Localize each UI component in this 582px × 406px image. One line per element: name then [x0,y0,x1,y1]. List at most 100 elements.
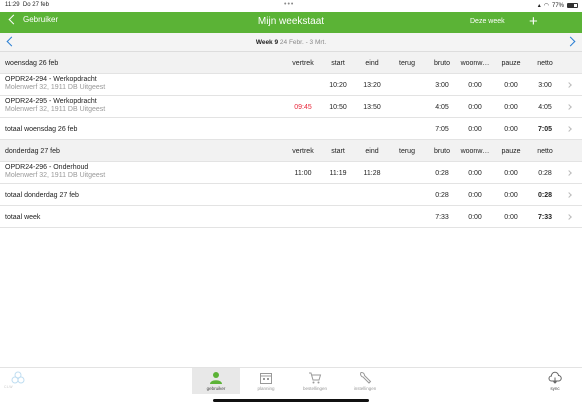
multitask-dots[interactable]: ••• [284,1,294,8]
cell-eind: 11:28 [363,170,381,177]
home-indicator[interactable] [213,399,369,402]
col-start: start [331,60,345,67]
cell-vertrek: 11:00 [294,170,312,177]
chevron-left-icon [8,14,19,25]
cell-woonwerk: 0:00 [468,82,482,89]
total-woonwerk: 0:00 [468,126,482,133]
col-netto: netto [537,60,553,67]
col-start: start [331,148,345,155]
cell-pauze: 0:00 [504,82,518,89]
cell-start: 10:20 [329,82,347,89]
week-total-label: totaal week [5,214,41,221]
day-total-row[interactable]: totaal woensdag 26 feb 7:05 0:00 0:00 7:… [0,118,582,140]
col-vertrek: vertrek [292,148,314,155]
order-title: OPDR24-295 - Werkopdracht [5,98,97,105]
chevron-right-icon [566,126,572,132]
order-address: Molenwerf 32, 1911 DB Uitgeest [5,106,106,113]
cell-woonwerk: 0:00 [468,104,482,111]
back-button[interactable]: Gebruiker [8,14,59,25]
this-week-button[interactable]: Deze week [470,18,505,25]
table-row[interactable]: OPDR24-295 - Werkopdracht Molenwerf 32, … [0,96,582,118]
week-label: Week 9 24 Febr. - 3 Mrt. [255,39,327,46]
logo-icon [11,371,25,384]
col-pauze: pauze [501,148,521,155]
order-address: Molenwerf 32, 1911 DB Uitgeest [5,172,106,179]
col-eind: eind [365,148,379,155]
col-woonwerk: woonw… [460,148,490,155]
back-button-label: Gebruiker [23,15,59,24]
calendar-icon [260,373,272,384]
battery-icon [567,3,578,8]
chevron-right-icon [566,170,572,176]
company-logo: CLW [4,371,64,391]
day-total-label: totaal woensdag 26 feb [5,126,78,133]
cell-netto: 0:28 [538,170,552,177]
order-title: OPDR24-294 - Werkopdracht [5,76,97,83]
day-header-label: woensdag 26 feb [5,60,59,67]
col-eind: eind [365,60,379,67]
cell-woonwerk: 0:00 [468,170,482,177]
chevron-right-icon [566,104,572,110]
battery-percentage: 77% [551,2,564,9]
order-address: Molenwerf 32, 1911 DB Uitgeest [5,84,106,91]
day-header-wednesday: woensdag 26 feb vertrek start eind terug… [0,52,582,74]
week-total-netto: 7:33 [537,214,552,221]
total-netto: 0:28 [537,192,552,199]
status-bar: 11:29 Do 27 feb ••• ▴ ◠ 77% [0,0,582,12]
cart-icon [309,372,322,384]
table-row[interactable]: OPDR24-294 - Werkopdracht Molenwerf 32, … [0,74,582,96]
col-vertrek: vertrek [292,60,314,67]
col-pauze: pauze [501,60,521,67]
cell-start: 11:19 [329,170,347,177]
tab-label: instellingen [353,386,377,391]
cell-pauze: 0:00 [504,170,518,177]
cell-eind: 13:50 [363,104,381,111]
day-total-label: totaal donderdag 27 feb [5,192,79,199]
tab-label: gebruiker [206,386,226,391]
week-total-pauze: 0:00 [504,214,518,221]
tab-label: sync [550,386,560,391]
signal-icon: ▴ [537,3,541,9]
logo-text: CLW [4,385,14,389]
day-header-thursday: donderdag 27 feb vertrek start eind teru… [0,140,582,162]
status-time: 11:29 Do 27 feb [5,2,49,8]
day-total-row[interactable]: totaal donderdag 27 feb 0:28 0:00 0:00 0… [0,184,582,206]
week-total-row[interactable]: totaal week 7:33 0:00 0:00 7:33 [0,206,582,228]
tab-planning[interactable]: planning [242,368,290,394]
week-selector: Week 9 24 Febr. - 3 Mrt. [0,33,582,52]
add-icon[interactable]: + [529,14,538,29]
tab-instellingen[interactable]: instellingen [341,368,389,394]
tab-gebruiker[interactable]: gebruiker [192,368,240,394]
user-icon [210,372,222,384]
wifi-icon: ◠ [543,3,549,9]
chevron-right-icon [566,82,572,88]
wrench-icon [360,371,372,384]
col-terug: terug [399,148,415,155]
order-title: OPDR24-296 - Onderhoud [5,164,89,171]
tab-bar: CLW gebruiker planning bestellingen inst… [0,367,582,394]
total-pauze: 0:00 [504,192,518,199]
week-total-woonwerk: 0:00 [468,214,482,221]
navigation-bar: Gebruiker Mijn weekstaat Deze week + [0,12,582,33]
col-terug: terug [399,60,415,67]
cell-netto: 3:00 [538,82,552,89]
total-pauze: 0:00 [504,126,518,133]
status-right: ▴ ◠ 77% [538,2,578,9]
tab-sync[interactable]: sync [531,368,579,394]
tab-label: bestellingen [302,386,328,391]
chevron-right-icon [566,214,572,220]
cell-pauze: 0:00 [504,104,518,111]
cell-start: 10:50 [329,104,347,111]
tab-label: planning [257,386,275,391]
cell-eind: 13:20 [363,82,381,89]
table-row[interactable]: OPDR24-296 - Onderhoud Molenwerf 32, 191… [0,162,582,184]
total-woonwerk: 0:00 [468,192,482,199]
col-netto: netto [537,148,553,155]
chevron-right-icon [566,192,572,198]
day-header-label: donderdag 27 feb [5,148,60,155]
cloud-sync-icon [548,371,562,384]
total-netto: 7:05 [537,126,552,133]
cell-vertrek: 09:45 [294,104,312,111]
col-woonwerk: woonw… [460,60,490,67]
tab-bestellingen[interactable]: bestellingen [291,368,339,394]
